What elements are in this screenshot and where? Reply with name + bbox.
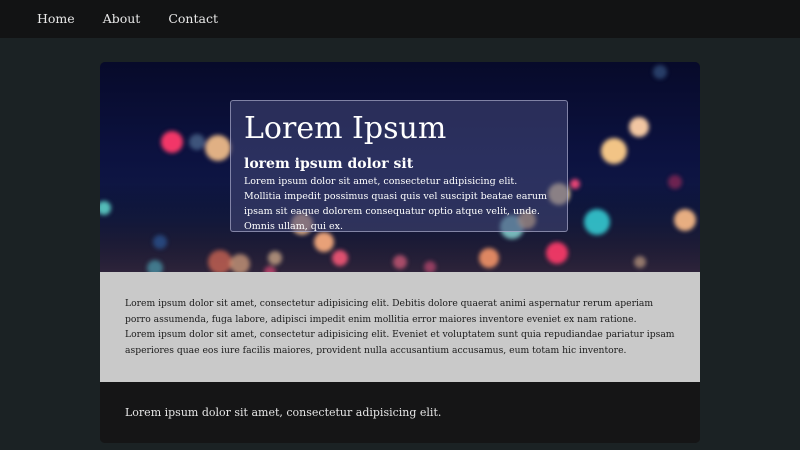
content-paragraph-1: Lorem ipsum dolor sit amet, consectetur … xyxy=(125,298,654,325)
footer-text: Lorem ipsum dolor sit amet, consectetur … xyxy=(125,406,442,419)
main-content-section: Lorem ipsum dolor sit amet, consectetur … xyxy=(100,272,700,382)
hero-subtitle: lorem ipsum dolor sit xyxy=(244,156,414,172)
footer-section: Lorem ipsum dolor sit amet, consectetur … xyxy=(100,382,700,443)
hero-description: Lorem ipsum dolor sit amet, consectetur … xyxy=(244,176,548,232)
hero-overlay-panel: Lorem Ipsum lorem ipsum dolor sit Lorem … xyxy=(230,100,568,232)
nav-link-home[interactable]: Home xyxy=(37,12,75,26)
content-card: Lorem Ipsum lorem ipsum dolor sit Lorem … xyxy=(100,62,700,443)
nav-link-contact[interactable]: Contact xyxy=(168,12,218,26)
hero-title: Lorem Ipsum xyxy=(244,111,447,146)
top-navigation: Home About Contact xyxy=(0,0,800,38)
nav-link-about[interactable]: About xyxy=(103,12,141,26)
hero-banner: Lorem Ipsum lorem ipsum dolor sit Lorem … xyxy=(100,62,700,272)
content-paragraph-2: Lorem ipsum dolor sit amet, consectetur … xyxy=(125,329,675,356)
